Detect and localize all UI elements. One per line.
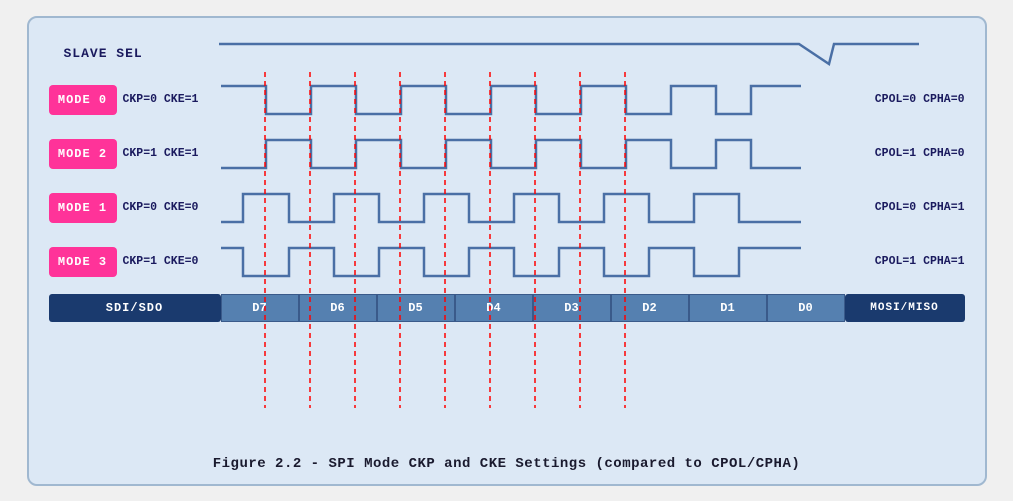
bit-d0: D0 [767, 294, 845, 322]
figure-caption: Figure 2.2 - SPI Mode CKP and CKE Settin… [49, 456, 965, 472]
diagram-area: SLAVE SEL MODE 0 CKP=0 CKE=1 [49, 36, 965, 446]
bit-d5: D5 [377, 294, 455, 322]
mode2-cpol: CPOL=1 CPHA=0 [835, 147, 965, 160]
bit-d2: D2 [611, 294, 689, 322]
mode1-wave [221, 182, 829, 234]
mosi-miso-label: MOSI/MISO [845, 294, 965, 322]
mode0-badge: MODE 0 [49, 85, 117, 115]
mode0-ckp: CKP=0 CKE=1 [123, 93, 221, 106]
wave-rows: MODE 0 CKP=0 CKE=1 CPOL=0 CPHA=0 MODE 2 … [49, 74, 965, 288]
bit-d3: D3 [533, 294, 611, 322]
data-row: SDI/SDO D7 D6 D5 D4 D3 D2 D1 D0 MOSI/MIS… [49, 294, 965, 322]
mode2-badge: MODE 2 [49, 139, 117, 169]
diagram-container: SLAVE SEL MODE 0 CKP=0 CKE=1 [27, 16, 987, 486]
wave-row-mode0: MODE 0 CKP=0 CKE=1 CPOL=0 CPHA=0 [49, 74, 965, 126]
slave-sel-wave [219, 36, 955, 72]
mode0-wave [221, 74, 829, 126]
wave-row-mode1: MODE 1 CKP=0 CKE=0 CPOL=0 CPHA=1 [49, 182, 965, 234]
sdi-sdo-label: SDI/SDO [49, 294, 221, 322]
wave-row-mode2: MODE 2 CKP=1 CKE=1 CPOL=1 CPHA=0 [49, 128, 965, 180]
bit-d4: D4 [455, 294, 533, 322]
mode0-cpol: CPOL=0 CPHA=0 [835, 93, 965, 106]
mode1-badge: MODE 1 [49, 193, 117, 223]
wave-row-mode3: MODE 3 CKP=1 CKE=0 CPOL=1 CPHA=1 [49, 236, 965, 288]
mode1-cpol: CPOL=0 CPHA=1 [835, 201, 965, 214]
mode1-ckp: CKP=0 CKE=0 [123, 201, 221, 214]
mode2-ckp: CKP=1 CKE=1 [123, 147, 221, 160]
mode3-wave [221, 236, 829, 288]
mode2-wave [221, 128, 829, 180]
slave-sel-label: SLAVE SEL [64, 46, 143, 61]
mode3-cpol: CPOL=1 CPHA=1 [835, 255, 965, 268]
bit-d6: D6 [299, 294, 377, 322]
bit-d1: D1 [689, 294, 767, 322]
bit-d7: D7 [221, 294, 299, 322]
mode3-ckp: CKP=1 CKE=0 [123, 255, 221, 268]
mode3-badge: MODE 3 [49, 247, 117, 277]
slave-sel-row: SLAVE SEL [219, 36, 955, 72]
data-bits: D7 D6 D5 D4 D3 D2 D1 D0 [221, 294, 845, 322]
